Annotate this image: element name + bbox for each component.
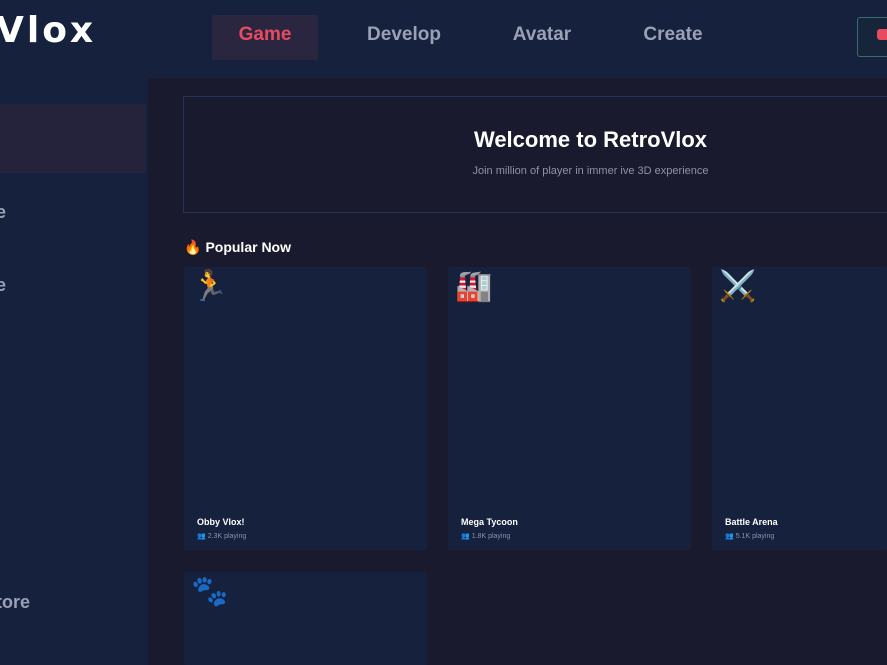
tab-avatar[interactable]: Avatar <box>490 15 594 60</box>
sidebar-item-label: e <box>0 202 7 222</box>
top-bar: Vlox Game Develop Avatar Create <box>0 0 887 78</box>
people-icon: 👥 <box>461 533 470 540</box>
sidebar-item-store[interactable]: tore <box>0 592 142 613</box>
game-title: Obby Vlox! <box>197 517 245 527</box>
game-card[interactable]: ⚔️ Battle Arena 👥 5.1K playing <box>712 267 887 550</box>
player-count-text: 2.3K playing <box>207 533 247 540</box>
sidebar-item-label: . <box>0 340 1 360</box>
section-title: Popular Now <box>205 239 291 255</box>
people-icon: 👥 <box>197 533 206 540</box>
game-title: Mega Tycoon <box>461 517 518 527</box>
factory-icon: 🏭 <box>455 270 493 303</box>
game-card[interactable]: 🏃 Obby Vlox! 👥 2.3K playing <box>184 267 427 550</box>
sidebar-item-active[interactable] <box>0 104 146 173</box>
currency-button[interactable] <box>857 17 887 57</box>
currency-icon <box>877 29 887 40</box>
sidebar-item-4[interactable]: . <box>0 340 142 361</box>
player-count-text: 5.1K playing <box>735 533 775 540</box>
main-content: Welcome to RetroVlox Join million of pla… <box>148 78 887 665</box>
banner-subtitle: Join million of player in immer ive 3D e… <box>472 165 709 177</box>
player-count: 👥 1.8K playing <box>461 532 510 540</box>
tab-develop[interactable]: Develop <box>350 15 458 60</box>
player-count-text: 1.8K playing <box>471 533 511 540</box>
banner-title: Welcome to RetroVlox <box>473 127 708 152</box>
sidebar-item-label: e <box>0 275 7 295</box>
crossed-swords-icon: ⚔️ <box>719 270 757 303</box>
game-card[interactable]: 🏭 Mega Tycoon 👥 1.8K playing <box>448 267 691 550</box>
player-count: 👥 2.3K playing <box>197 532 246 540</box>
fire-icon: 🔥 <box>184 239 202 255</box>
paw-prints-icon: 🐾 <box>191 575 229 608</box>
sidebar: e e . tore <box>0 78 148 665</box>
app-logo[interactable]: Vlox <box>0 10 96 51</box>
game-title: Battle Arena <box>725 517 778 527</box>
people-icon: 👥 <box>725 533 734 540</box>
sidebar-item-2[interactable]: e <box>0 202 142 223</box>
welcome-banner: Welcome to RetroVlox Join million of pla… <box>183 96 887 213</box>
tab-game[interactable]: Game <box>212 15 318 60</box>
runner-icon: 🏃 <box>191 270 229 303</box>
sidebar-item-label: tore <box>0 592 31 612</box>
game-card[interactable]: 🐾 <box>184 572 427 665</box>
player-count: 👥 5.1K playing <box>725 532 774 540</box>
sidebar-item-3[interactable]: e <box>0 275 142 296</box>
tab-create[interactable]: Create <box>622 15 724 60</box>
section-header: 🔥 Popular Now <box>184 239 291 256</box>
